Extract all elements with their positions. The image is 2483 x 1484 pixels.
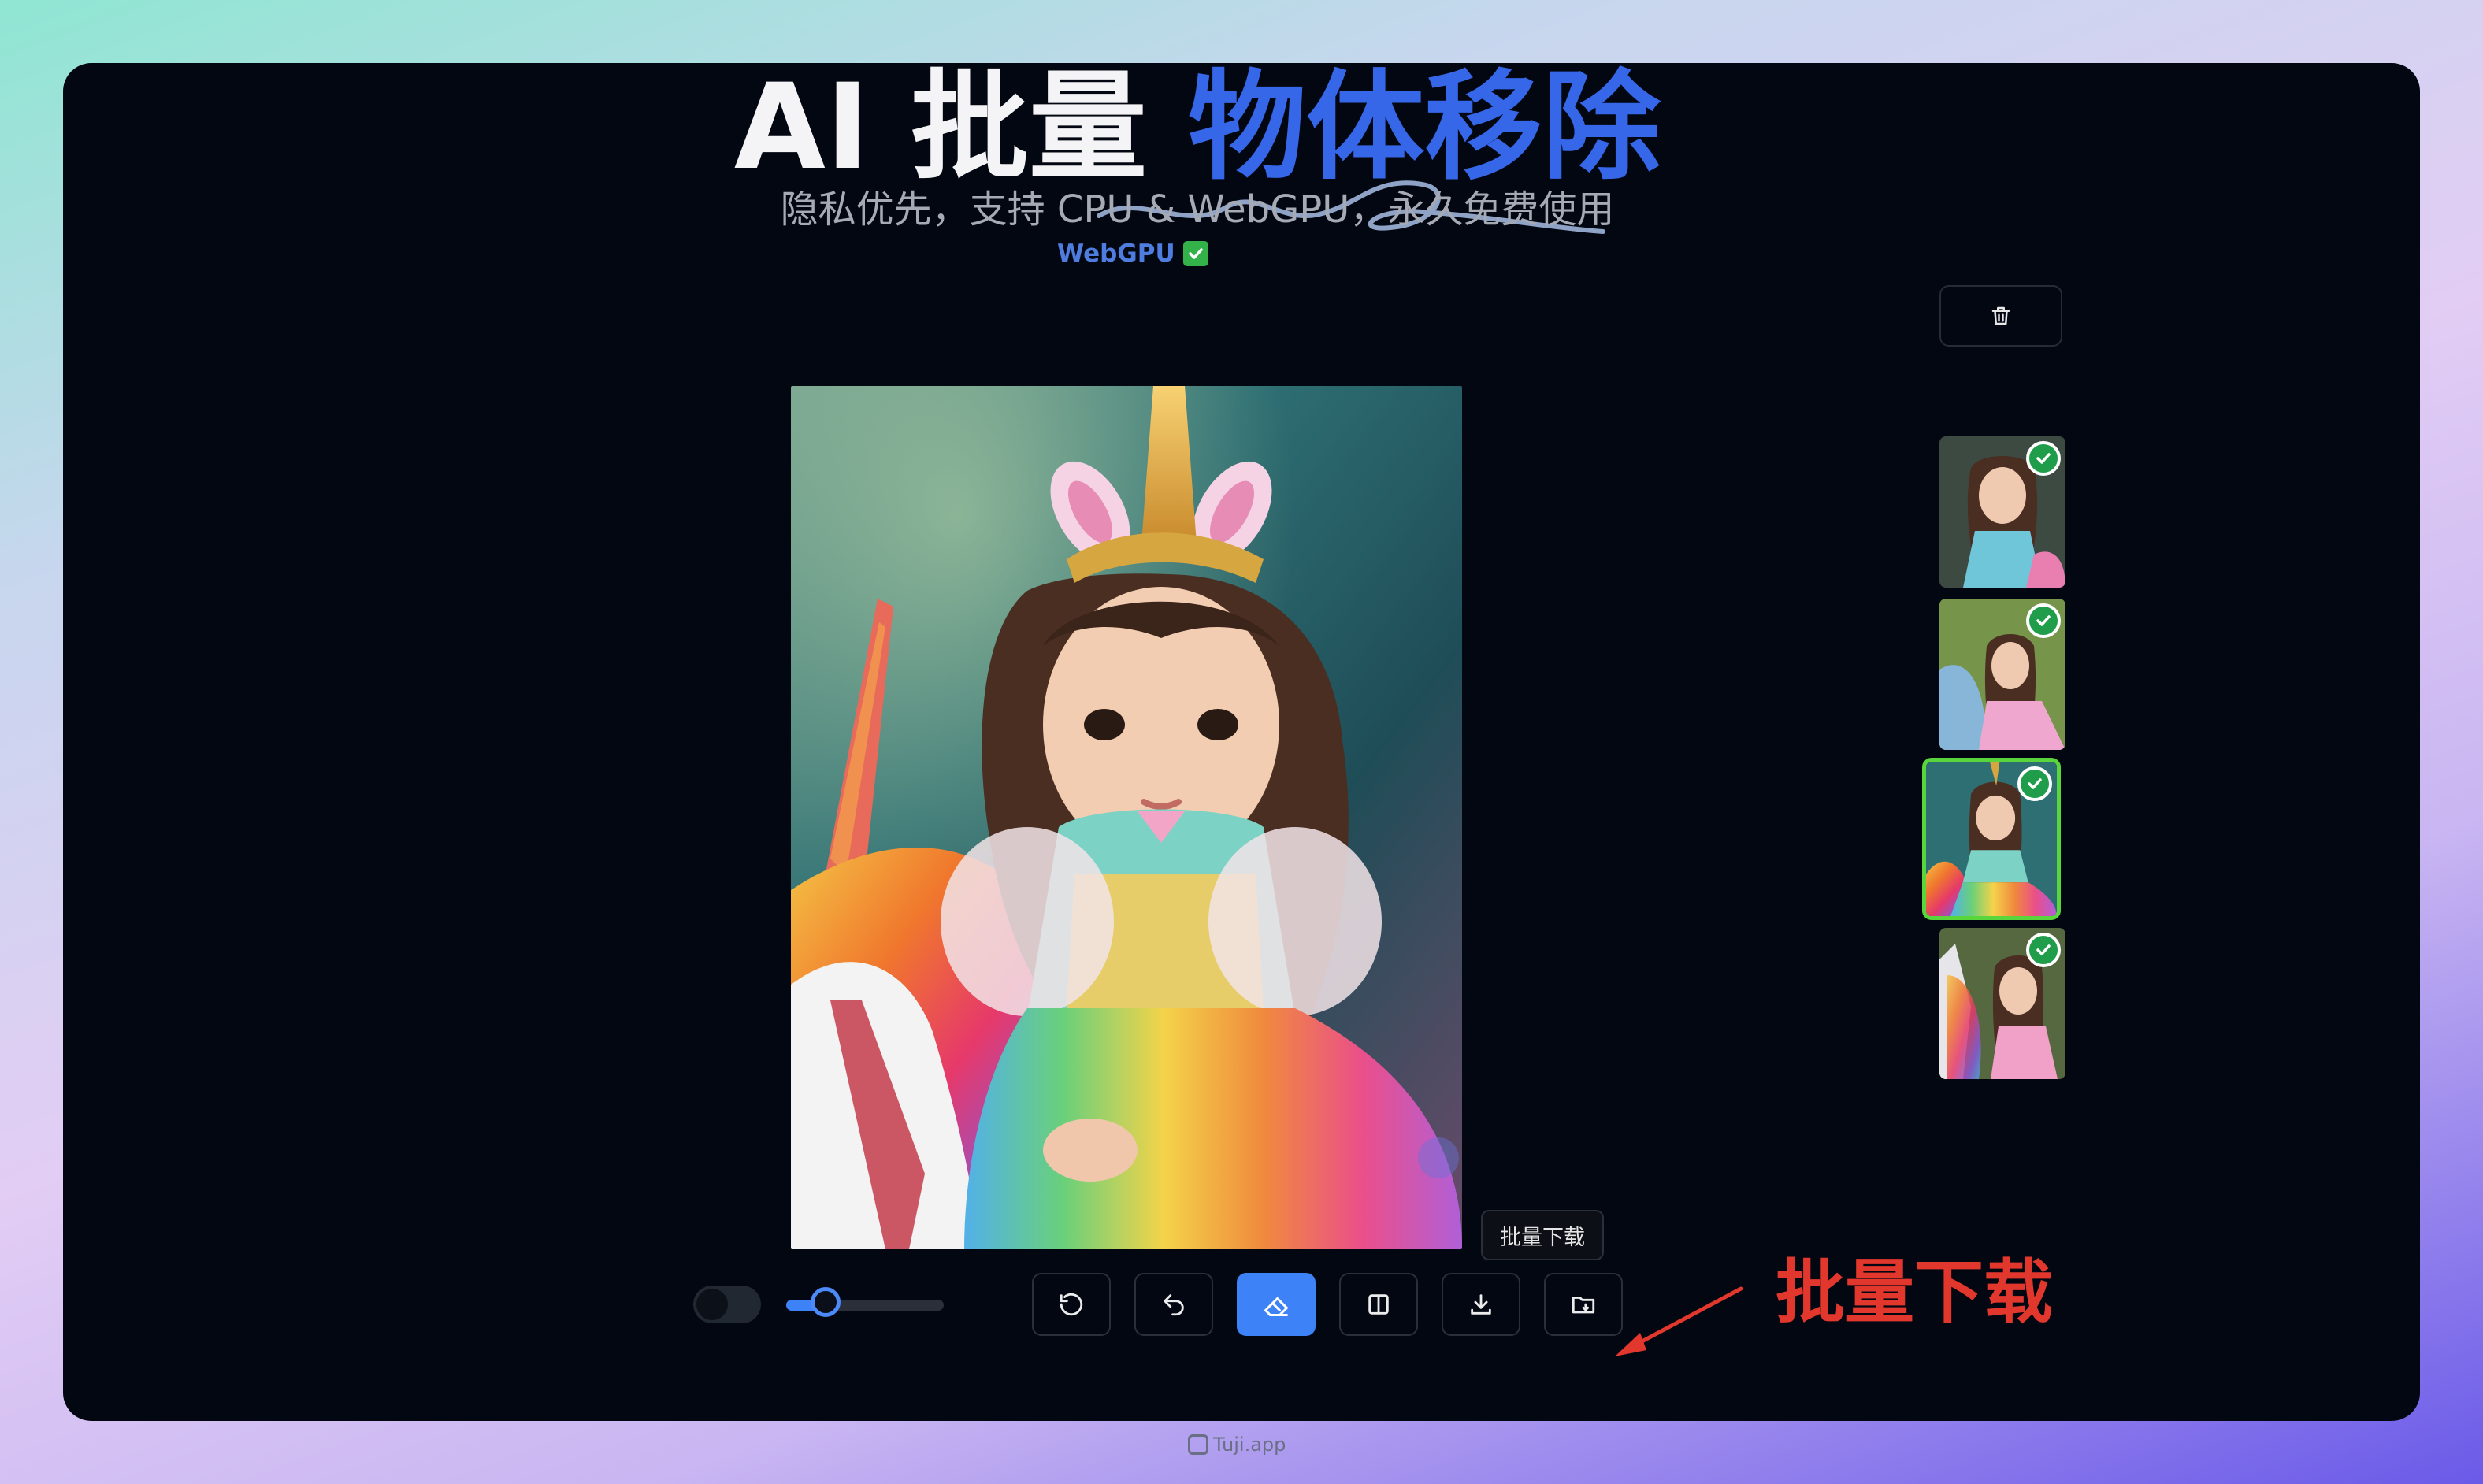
editor-canvas[interactable] <box>791 386 1462 1249</box>
thumbnail-3-selected[interactable] <box>1922 758 2061 920</box>
split-view-icon <box>1368 1294 1389 1315</box>
main-image <box>791 386 1462 1249</box>
eraser-button[interactable] <box>1237 1273 1316 1336</box>
thumbnail-2[interactable] <box>1939 599 2065 750</box>
toggle-knob <box>696 1289 728 1320</box>
check-icon <box>1182 241 1208 266</box>
annotation-label: 批量下载 <box>1776 1252 2054 1333</box>
processed-check-icon <box>2026 441 2061 476</box>
brush-size-slider[interactable] <box>786 1287 944 1317</box>
footer-branding: Tuji.app <box>1188 1434 1286 1456</box>
rotate-ccw-icon <box>1060 1293 1083 1316</box>
thumbnail-1[interactable] <box>1939 436 2065 588</box>
trash-icon <box>1991 306 2010 325</box>
page-subtitle: 隐私优先，支持 CPU & WebGPU，永久免费使用 <box>780 187 1615 232</box>
annotation-arrow <box>1615 1286 1743 1356</box>
undo-icon <box>1164 1294 1184 1316</box>
thumbnail-4[interactable] <box>1939 928 2065 1079</box>
folder-download-icon <box>1572 1297 1595 1314</box>
processed-check-icon <box>2026 603 2061 638</box>
delete-button[interactable] <box>1939 285 2062 347</box>
processed-check-icon <box>2026 933 2061 967</box>
tuji-logo-icon <box>1188 1434 1208 1455</box>
processed-check-icon <box>2017 766 2052 801</box>
reset-button[interactable] <box>1032 1273 1111 1336</box>
compare-button[interactable] <box>1339 1273 1418 1336</box>
download-button[interactable] <box>1442 1273 1520 1336</box>
webgpu-status: WebGPU <box>1057 239 1208 268</box>
undo-button[interactable] <box>1134 1273 1213 1336</box>
mode-toggle[interactable] <box>693 1286 761 1323</box>
batch-download-tooltip: 批量下载 <box>1481 1210 1604 1260</box>
webgpu-label: WebGPU <box>1057 239 1175 268</box>
footer-text: Tuji.app <box>1213 1434 1286 1456</box>
download-icon <box>1471 1294 1491 1315</box>
slider-handle[interactable] <box>811 1287 841 1317</box>
eraser-icon <box>1264 1297 1288 1316</box>
